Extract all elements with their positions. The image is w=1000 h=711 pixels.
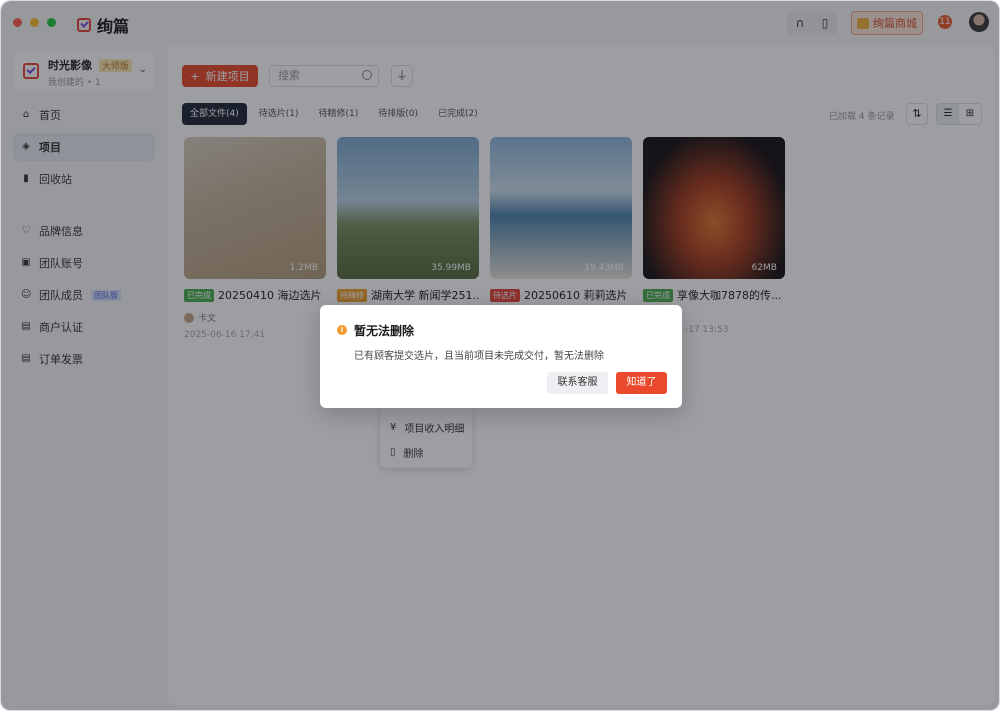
delete-blocked-dialog: ! 暂无法删除 已有顾客提交选片，且当前项目未完成交付，暂无法删除 联系客服 知… (320, 305, 682, 408)
contact-support-button[interactable]: 联系客服 (547, 372, 608, 394)
got-it-button[interactable]: 知道了 (616, 372, 667, 394)
dialog-message: 已有顾客提交选片，且当前项目未完成交付，暂无法删除 (354, 351, 604, 362)
warning-icon: ! (337, 325, 347, 335)
app-window: 绚篇 ∩ ▯ 绚篇商城 11 时光影像 大师版 我创建的 • 1 ⌄ ⌂ 首页 (0, 0, 1000, 711)
dialog-title: 暂无法删除 (354, 324, 415, 338)
